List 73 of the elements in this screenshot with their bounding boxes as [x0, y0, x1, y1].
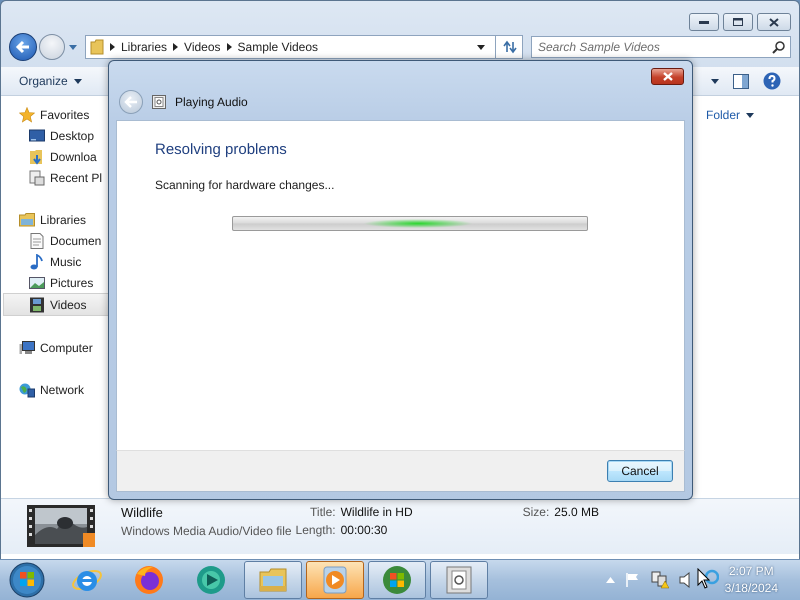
troubleshooter-icon	[151, 94, 167, 110]
back-arrow-icon	[124, 96, 138, 108]
chevron-icon[interactable]	[110, 43, 115, 51]
search-field[interactable]: Search Sample Videos	[531, 36, 791, 58]
property-label: Title:	[309, 505, 336, 519]
play-circle-icon	[195, 564, 227, 596]
network-icon	[19, 382, 35, 398]
property-value: Wildlife in HD	[340, 505, 413, 519]
nav-item[interactable]: Pictures	[1, 272, 109, 293]
maximize-icon	[733, 18, 743, 26]
help-icon[interactable]	[763, 72, 781, 90]
breadcrumb[interactable]: Sample Videos	[238, 40, 318, 54]
minimize-icon	[699, 20, 709, 24]
library-icon	[19, 212, 35, 228]
close-icon	[769, 18, 779, 26]
minimize-button[interactable]	[689, 13, 719, 31]
star-icon	[19, 106, 35, 122]
file-name: Wildlife	[121, 505, 164, 520]
breadcrumb[interactable]: Libraries	[121, 40, 168, 54]
download-icon	[29, 148, 45, 164]
nav-item[interactable]: Network	[1, 379, 109, 400]
windows-logo-icon	[381, 564, 413, 596]
taskbar-button[interactable]	[368, 561, 426, 599]
picture-icon	[29, 274, 45, 290]
close-button[interactable]	[651, 68, 684, 85]
back-arrow-icon	[15, 40, 31, 54]
nav-item[interactable]: Recent Pl	[1, 167, 109, 188]
taskbar-button[interactable]	[430, 561, 488, 599]
nav-item[interactable]: Desktop	[1, 125, 109, 146]
close-icon	[662, 72, 674, 81]
network-icon[interactable]	[650, 571, 669, 589]
taskbar-button[interactable]	[244, 561, 302, 599]
dialog-heading: Resolving problems	[155, 141, 288, 158]
close-button[interactable]	[757, 13, 791, 31]
computer-icon	[19, 340, 35, 356]
file-type: Windows Media Audio/Video file	[121, 524, 292, 538]
status-text: Scanning for hardware changes...	[155, 178, 336, 192]
desktop-icon	[29, 128, 45, 144]
nav-item[interactable]: Videos	[3, 293, 109, 316]
preview-pane-icon[interactable]	[733, 74, 749, 88]
property-label: Length:	[296, 523, 336, 537]
chevron-icon[interactable]	[226, 43, 232, 51]
caret-icon	[746, 112, 754, 118]
address-bar[interactable]: Libraries Videos Sample Videos	[85, 35, 523, 59]
recent-icon	[29, 170, 45, 186]
chevron-icon[interactable]	[173, 43, 178, 51]
fox-browser-icon	[133, 564, 165, 596]
nav-item[interactable]: Libraries	[1, 209, 109, 230]
folder-icon	[90, 39, 104, 55]
nav-item[interactable]: Documen	[1, 230, 109, 251]
refresh-icon	[501, 40, 517, 54]
caret-icon	[74, 78, 82, 84]
back-button[interactable]	[9, 33, 37, 61]
nav-item[interactable]: Music	[1, 251, 109, 272]
property-value: 25.0 MB	[554, 505, 599, 519]
taskbar-button[interactable]	[306, 561, 364, 599]
search-icon[interactable]	[772, 41, 785, 54]
doc-icon	[29, 232, 45, 248]
caret-icon[interactable]	[711, 78, 719, 84]
film-icon	[29, 296, 45, 312]
caret-icon[interactable]	[477, 44, 485, 50]
cancel-button[interactable]: Cancel	[607, 460, 673, 482]
dialog-title: Playing Audio	[175, 95, 248, 109]
property-value: 00:00:30	[340, 523, 388, 537]
nav-item[interactable]: Computer	[1, 337, 109, 358]
property-label: Size:	[522, 505, 550, 519]
nav-item[interactable]: Downloa	[1, 146, 109, 167]
organize-button[interactable]: Organize	[15, 70, 86, 92]
breadcrumb[interactable]: Videos	[184, 40, 221, 54]
arrange-by-dropdown[interactable]: Folder	[706, 108, 754, 122]
nav-item[interactable]: Favorites	[1, 104, 109, 125]
maximize-button[interactable]	[723, 13, 753, 31]
music-icon	[29, 254, 45, 270]
